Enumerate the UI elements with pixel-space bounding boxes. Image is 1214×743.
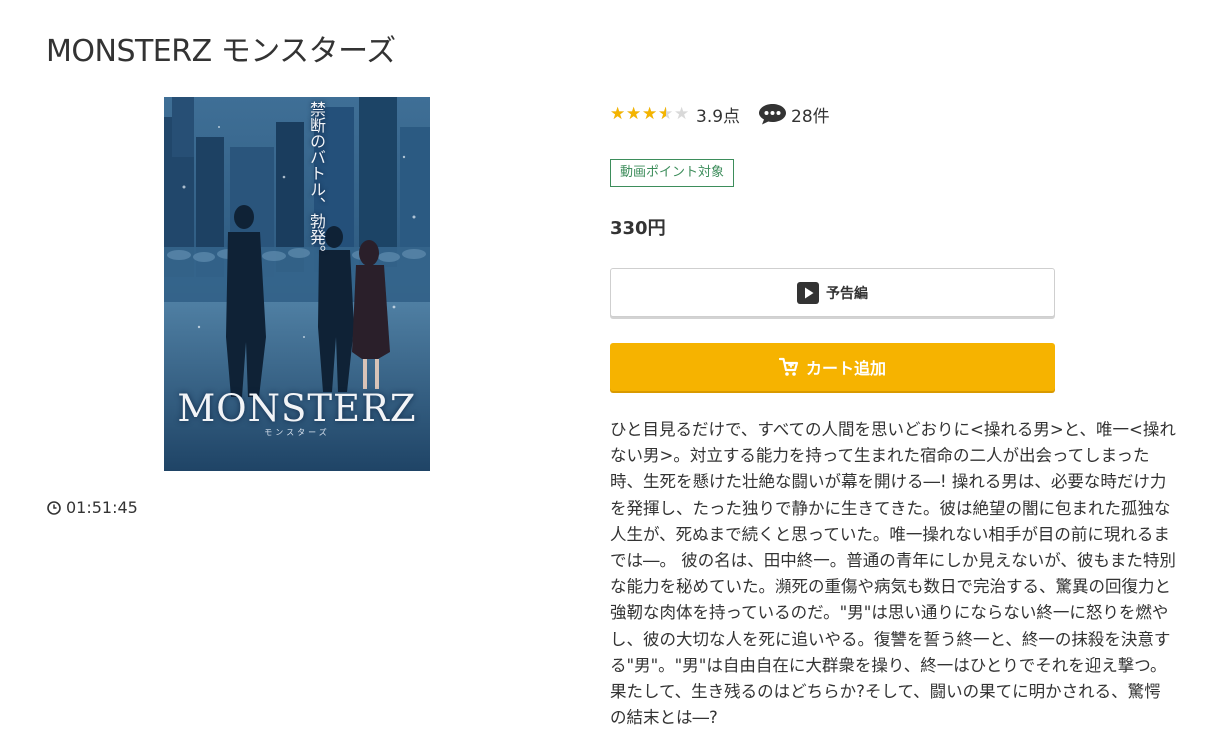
star-fill: ★: [610, 105, 626, 123]
page-title: MONSTERZ モンスターズ: [46, 34, 396, 69]
add-to-cart-button[interactable]: カート追加: [610, 343, 1055, 391]
video-point-badge: 動画ポイント対象: [610, 159, 735, 187]
synopsis-text: ひと目見るだけで、すべての人間を思いどおりに<操れる男>と、唯一<操れない男>。…: [610, 420, 1176, 728]
trailer-button[interactable]: 予告編: [610, 268, 1055, 317]
duration: 01:51:45: [47, 498, 138, 517]
review-count: 28件: [791, 106, 830, 127]
star-fill: ★: [658, 105, 666, 123]
star-icon: ★★: [626, 103, 642, 124]
star-fill: ★: [642, 105, 658, 123]
star-icon: ★★: [658, 103, 674, 124]
poster-image[interactable]: 禁断のバトル、勃発。 MONSTERZ モンスターズ: [164, 97, 430, 471]
poster-title: MONSTERZ: [177, 387, 417, 430]
star-icon: ★★: [674, 103, 690, 124]
add-to-cart-label: カート追加: [805, 359, 886, 378]
rating-row: ★★★★★★★★★★ 3.9点 28件: [610, 102, 830, 127]
star-rating: ★★★★★★★★★★: [610, 103, 690, 124]
duration-value: 01:51:45: [66, 498, 138, 517]
star-icon: ★★: [610, 103, 626, 124]
trailer-button-label: 予告編: [826, 285, 868, 302]
speech-bubble-icon: [759, 104, 787, 125]
price: 330円: [610, 218, 666, 239]
clock-icon: [47, 500, 61, 515]
play-icon: [797, 281, 819, 304]
poster-subtitle: モンスターズ: [264, 428, 330, 437]
review-count-link[interactable]: 28件: [758, 102, 830, 127]
cart-icon: [778, 357, 799, 376]
star-icon: ★★: [642, 103, 658, 124]
poster-tagline: 禁断のバトル、勃発。: [307, 101, 326, 261]
star-fill: ★: [626, 105, 642, 123]
rating-score: 3.9点: [696, 106, 741, 127]
